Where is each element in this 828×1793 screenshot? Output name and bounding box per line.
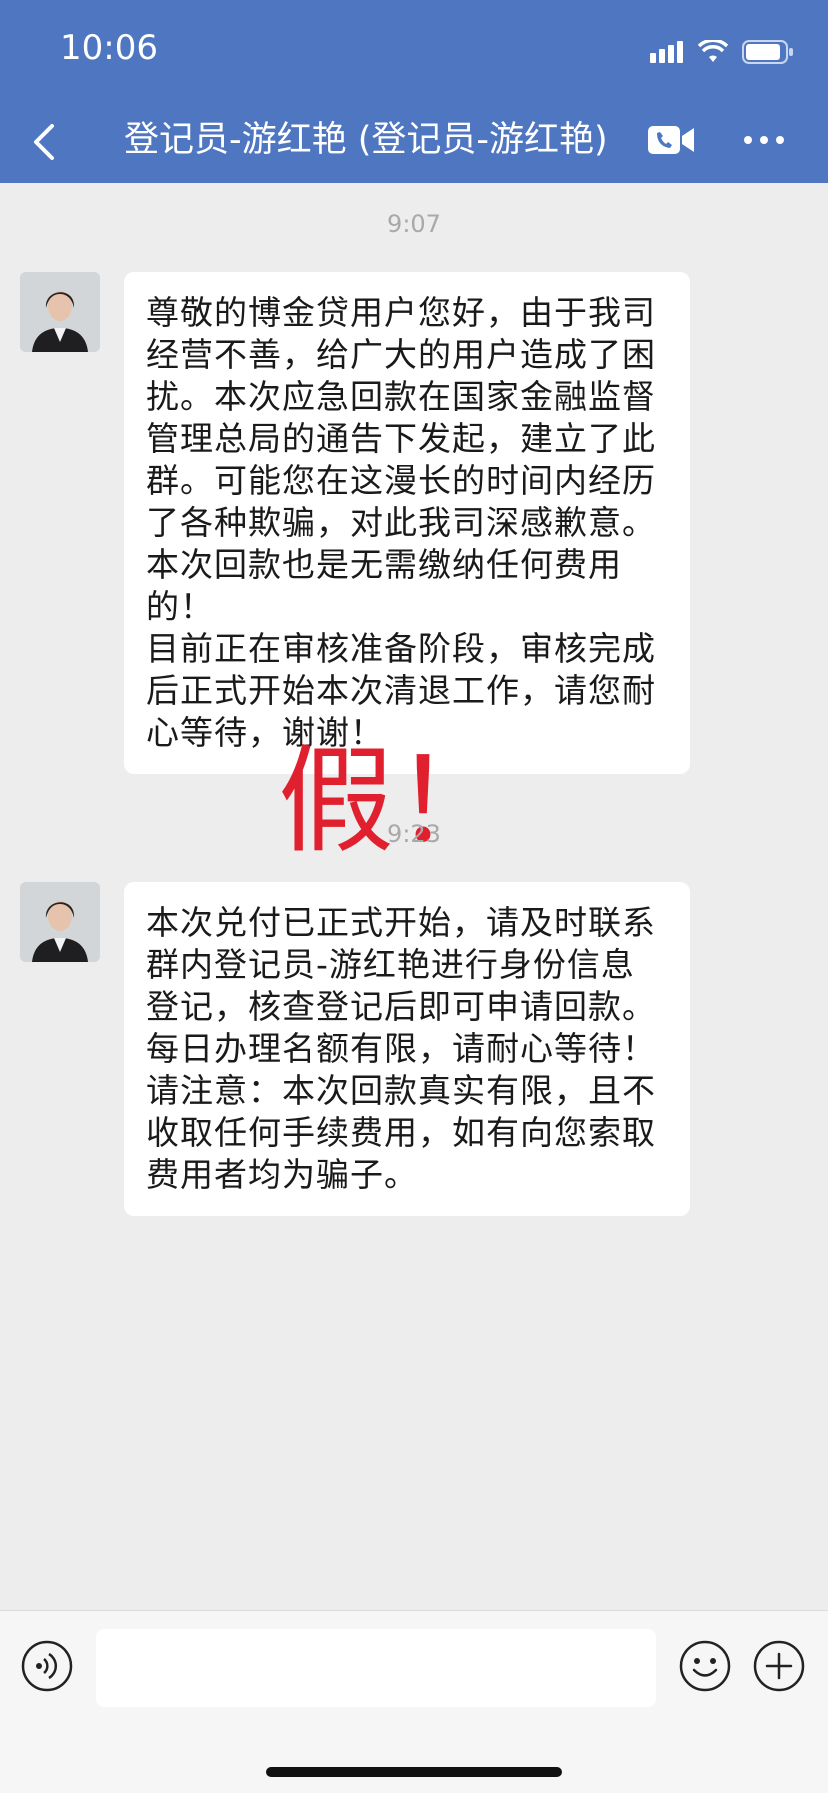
- message-input[interactable]: [96, 1629, 656, 1707]
- top-header: 10:06 登记员-游红艳 (登记员-游红艳): [0, 0, 828, 183]
- message-bubble: 尊敬的博金贷用户您好，由于我司经营不善，给广大的用户造成了困扰。本次应急回款在国…: [124, 272, 690, 774]
- plus-icon[interactable]: [752, 1639, 806, 1693]
- voice-icon[interactable]: [20, 1639, 74, 1693]
- chat-title: 登记员-游红艳 (登记员-游红艳): [124, 120, 608, 160]
- avatar[interactable]: [20, 882, 100, 962]
- signal-icon: [650, 41, 683, 63]
- status-icons: [650, 36, 794, 68]
- battery-icon: [742, 40, 793, 64]
- message-timestamp: 9:07: [387, 210, 441, 238]
- more-icon[interactable]: [740, 122, 788, 158]
- message-timestamp: 9:23: [387, 820, 441, 848]
- status-time: 10:06: [60, 28, 158, 68]
- back-icon[interactable]: [22, 118, 70, 166]
- video-call-icon[interactable]: [648, 122, 696, 158]
- emoji-icon[interactable]: [678, 1639, 732, 1693]
- input-bar: [0, 1610, 828, 1793]
- person-avatar-icon: [20, 882, 100, 962]
- wifi-icon: [698, 40, 728, 62]
- home-indicator: [266, 1767, 562, 1777]
- message-bubble: 本次兑付已正式开始，请及时联系群内登记员-游红艳进行身份信息登记，核查登记后即可…: [124, 882, 690, 1216]
- title-bar: 登记员-游红艳 (登记员-游红艳): [0, 100, 828, 184]
- avatar[interactable]: [20, 272, 100, 352]
- person-avatar-icon: [20, 272, 100, 352]
